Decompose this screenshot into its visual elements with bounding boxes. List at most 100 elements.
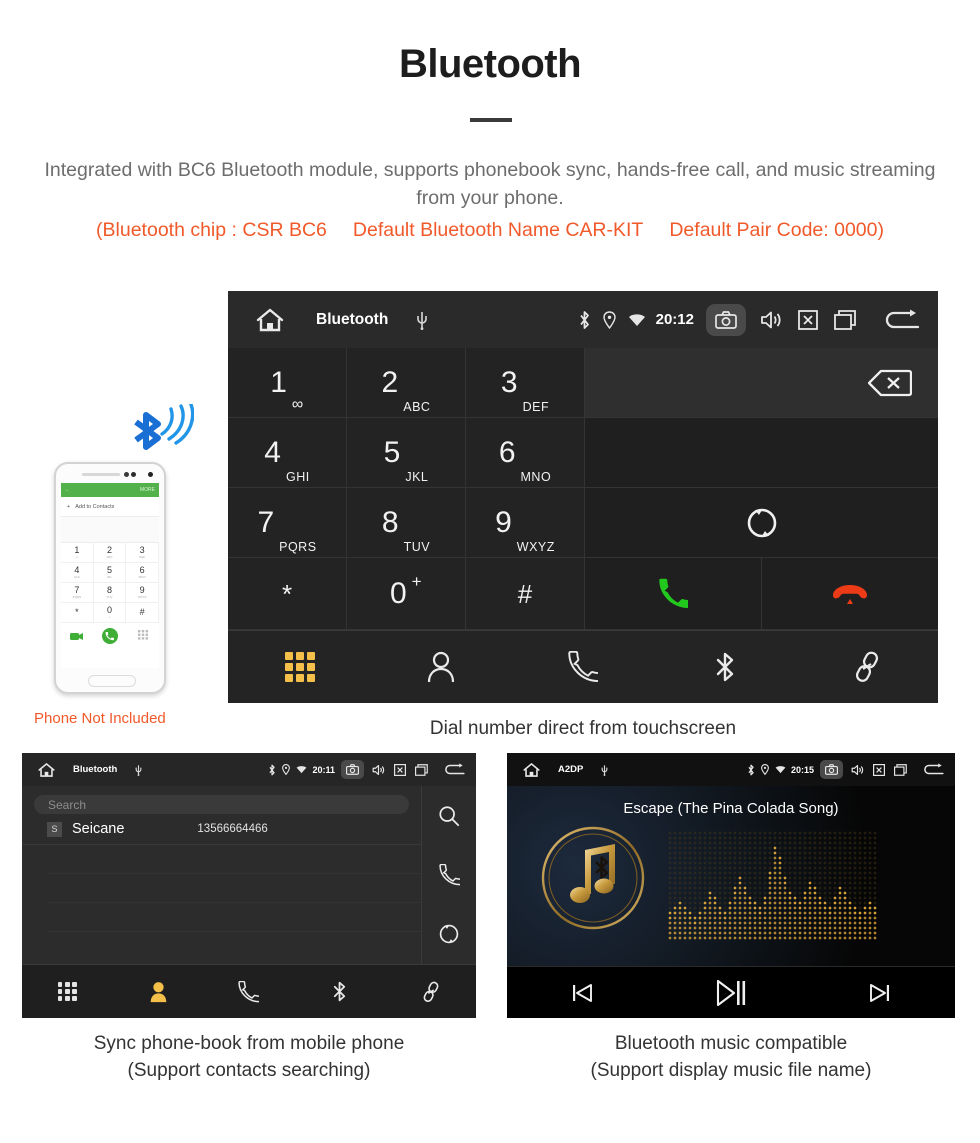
volume-icon[interactable] xyxy=(760,310,782,330)
keypad-icon xyxy=(284,652,315,682)
nav-keypad[interactable] xyxy=(22,982,113,1001)
nav-contacts[interactable] xyxy=(370,651,512,683)
phone-key-digit: 4 xyxy=(74,565,80,575)
camera-icon[interactable] xyxy=(820,760,843,779)
phone-key-letters: WXYZ xyxy=(137,595,147,599)
key-digit: 7 xyxy=(257,505,275,539)
phone-speaker xyxy=(82,473,120,476)
volume-icon[interactable] xyxy=(851,764,864,776)
phone-icon xyxy=(238,980,260,1003)
close-box-icon[interactable] xyxy=(798,309,818,330)
close-box-icon[interactable] xyxy=(394,763,406,776)
dial-key-hash[interactable]: # xyxy=(466,558,585,630)
contact-row[interactable]: S Seicane 13566664466 xyxy=(22,814,421,845)
key-letters: DEF xyxy=(522,400,550,414)
dial-number-display[interactable] xyxy=(585,348,938,418)
dial-key-9[interactable]: 9 WXYZ xyxy=(466,488,585,558)
camera-icon[interactable] xyxy=(341,760,364,779)
back-icon[interactable] xyxy=(443,763,465,776)
phone-icon xyxy=(568,651,598,683)
location-icon xyxy=(282,764,291,775)
key-letters: TUV xyxy=(403,540,431,554)
bluetooth-wave-logo xyxy=(122,404,194,456)
sync-icon[interactable] xyxy=(438,923,460,945)
phone-not-included-note: Phone Not Included xyxy=(34,710,166,727)
contact-row-empty xyxy=(47,845,421,874)
wifi-icon xyxy=(296,765,307,774)
nav-link[interactable] xyxy=(385,981,476,1003)
phonebook-caption: Sync phone-book from mobile phone (Suppo… xyxy=(22,1030,476,1084)
dial-key-6[interactable]: 6 MNO xyxy=(466,418,585,488)
spec-chip: (Bluetooth chip : CSR BC6 xyxy=(96,219,327,241)
key-digit: 2 xyxy=(381,365,399,399)
dial-key-5[interactable]: 5 JKL xyxy=(347,418,466,488)
close-box-icon[interactable] xyxy=(873,763,885,776)
camera-icon[interactable] xyxy=(706,303,746,336)
dial-key-8[interactable]: 8 TUV xyxy=(347,488,466,558)
nav-bluetooth[interactable] xyxy=(294,980,385,1003)
bluetooth-feature-page: Bluetooth Integrated with BC6 Bluetooth … xyxy=(0,0,980,1143)
dial-key-4[interactable]: 4 GHI xyxy=(228,418,347,488)
nav-keypad[interactable] xyxy=(228,652,370,682)
nav-contacts[interactable] xyxy=(113,981,204,1003)
home-icon[interactable] xyxy=(38,762,55,778)
phone-key-letters: PQRS xyxy=(72,595,82,599)
key-digit: 3 xyxy=(500,365,518,399)
play-pause-button[interactable] xyxy=(656,978,805,1008)
nav-call-log[interactable] xyxy=(512,651,654,683)
recents-icon[interactable] xyxy=(894,763,908,776)
nav-bluetooth[interactable] xyxy=(654,650,796,684)
phonebook-bottom-nav xyxy=(22,964,476,1018)
backspace-icon[interactable] xyxy=(868,369,912,397)
home-icon[interactable] xyxy=(523,762,540,778)
phone-key-letters: GHI xyxy=(74,575,80,579)
key-digit: 1 xyxy=(270,365,287,399)
volume-icon[interactable] xyxy=(372,764,385,776)
phonebook-side-actions xyxy=(422,786,476,964)
usb-icon xyxy=(601,764,608,776)
link-icon xyxy=(852,651,882,683)
dial-key-3[interactable]: 3 DEF xyxy=(466,348,585,418)
dial-key-0[interactable]: 0 + xyxy=(347,558,466,630)
album-art xyxy=(539,824,647,932)
phone-sensor-dot xyxy=(124,472,129,477)
search-input[interactable]: Search xyxy=(34,795,409,814)
key-digit: 6 xyxy=(498,435,516,469)
dialer-screen: Bluetooth 20:12 1 ∞ 2 ABC 3 DEF 4 GHI 5 … xyxy=(228,291,938,703)
back-icon[interactable] xyxy=(922,763,944,776)
spec-name: Default Bluetooth Name CAR-KIT xyxy=(352,219,644,241)
phone-action-row xyxy=(61,623,159,649)
key-digit: 8 xyxy=(381,505,399,539)
dialer-hangup-button[interactable] xyxy=(762,558,938,630)
next-track-icon xyxy=(868,981,892,1005)
dialer-sync-button[interactable] xyxy=(585,488,938,558)
nav-call-log[interactable] xyxy=(204,980,295,1003)
dial-key-1[interactable]: 1 ∞ xyxy=(228,348,347,418)
recents-icon[interactable] xyxy=(415,763,429,776)
dialer-call-button[interactable] xyxy=(585,558,762,630)
dial-key-2[interactable]: 2 ABC xyxy=(347,348,466,418)
page-title: Bluetooth xyxy=(398,42,582,86)
phone-key: 3 DEF xyxy=(126,543,159,563)
home-icon[interactable] xyxy=(256,307,284,333)
search-icon[interactable] xyxy=(438,805,460,827)
key-letters: PQRS xyxy=(279,540,317,554)
search-placeholder: Search xyxy=(48,797,87,812)
dial-key-7[interactable]: 7 PQRS xyxy=(228,488,347,558)
phone-icon[interactable] xyxy=(438,863,460,886)
bluetooth-icon xyxy=(332,980,347,1003)
phone-appbar: ← MORE xyxy=(61,483,159,497)
back-icon[interactable] xyxy=(882,309,920,331)
next-track-button[interactable] xyxy=(806,981,955,1005)
music-title: A2DP xyxy=(558,764,584,775)
video-call-icon xyxy=(70,632,84,641)
phone-key-digit: 3 xyxy=(139,545,145,555)
equalizer-visualizer xyxy=(668,831,877,940)
phone-key-digit: 0 xyxy=(106,605,112,615)
key-digit: * xyxy=(281,578,293,609)
nav-link[interactable] xyxy=(796,651,938,683)
previous-track-button[interactable] xyxy=(507,981,656,1005)
recents-icon[interactable] xyxy=(834,309,858,330)
bluetooth-icon xyxy=(578,310,591,330)
dial-key-star[interactable]: * xyxy=(228,558,347,630)
